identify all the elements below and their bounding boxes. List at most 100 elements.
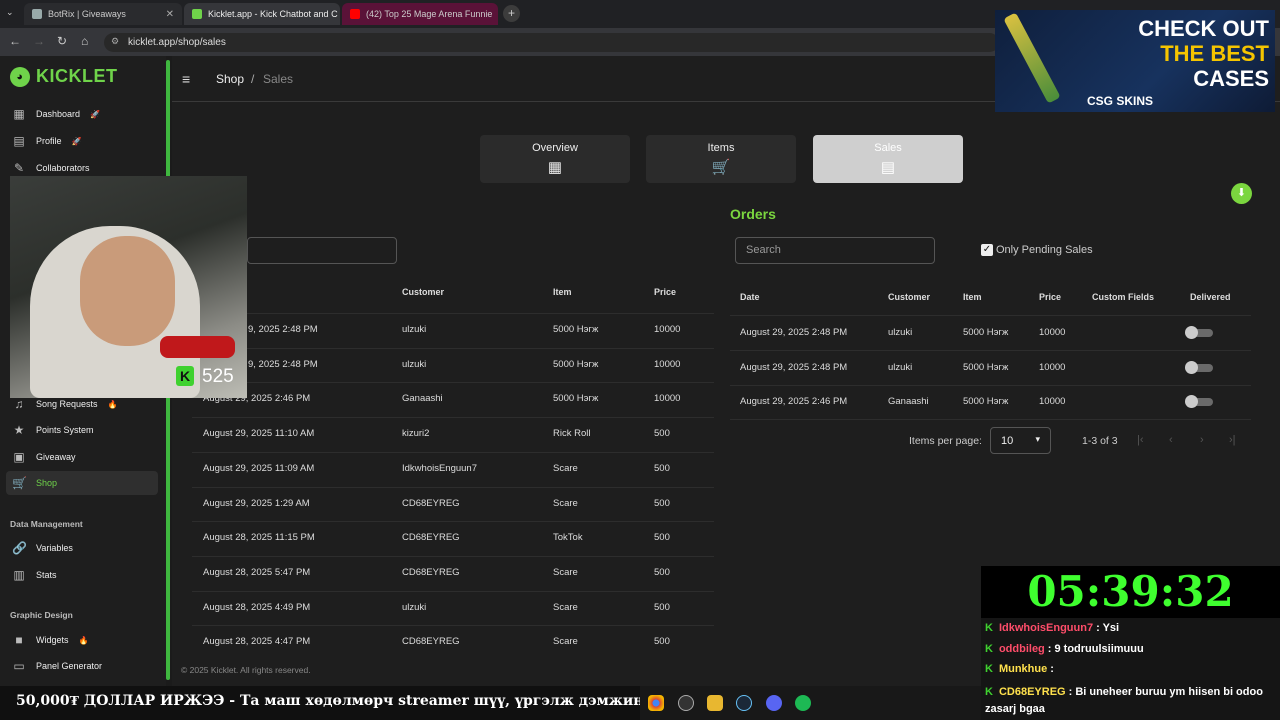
discord-icon[interactable] — [766, 695, 782, 711]
new-tab-button[interactable]: + — [503, 5, 520, 22]
browser-tab-botrix[interactable]: BotRix | Giveaways ✕ — [24, 3, 182, 25]
sidebar-item-label: Shop — [36, 478, 58, 488]
download-button[interactable]: ⬇ — [1231, 183, 1252, 204]
sale-date: August 28, 2025 11:15 PM — [203, 532, 315, 544]
ad-line2: THE BEST — [1160, 41, 1269, 66]
stream-timer: 05:39:32 — [981, 566, 1280, 618]
forward-arrow-icon[interactable]: → — [33, 34, 45, 48]
pending-label[interactable]: Only Pending Sales — [996, 244, 1093, 256]
sales-header-item[interactable]: Item — [553, 287, 572, 297]
cart-icon: 🛒 — [12, 476, 27, 490]
footer-copyright: © 2025 Kicklet. All rights reserved. — [181, 665, 311, 675]
orders-header-customer[interactable]: Customer — [888, 292, 930, 302]
sale-date: 9, 2025 2:48 PM — [248, 358, 318, 370]
fire-icon: 🔥 — [78, 635, 89, 645]
sidebar-item-variables[interactable]: 🔗 Variables — [6, 536, 158, 560]
spotify-icon[interactable] — [795, 695, 811, 711]
sale-item: 5000 Нэгж — [553, 393, 599, 405]
sale-item: Scare — [553, 462, 578, 474]
donation-ticker: 50,000₮ ДОЛЛАР ИРЖЭЭ - Та маш хөдөлмөрч … — [0, 686, 640, 720]
chat-username: IdkwhoisEnguun7 — [998, 622, 1094, 634]
row-divider — [192, 625, 714, 627]
kick-badge-icon: K — [985, 663, 993, 675]
kick-badge-icon: K — [985, 685, 993, 698]
sidebar-item-dashboard[interactable]: ▦ Dashboard 🚀 — [6, 102, 158, 126]
row-divider — [192, 521, 714, 523]
gift-icon: ▣ — [13, 450, 25, 464]
tab-items[interactable]: Items 🛒 — [646, 135, 796, 183]
sidebar-item-points-system[interactable]: ★ Points System — [6, 418, 158, 442]
order-date: August 29, 2025 2:46 PM — [740, 396, 848, 408]
toggle-knob — [1185, 326, 1198, 339]
sale-date: August 29, 2025 11:09 AM — [203, 462, 315, 474]
sidebar-item-giveaway[interactable]: ▣ Giveaway — [6, 445, 158, 469]
sidebar-item-profile[interactable]: ▤ Profile 🚀 — [6, 129, 158, 153]
sale-price: 500 — [654, 601, 670, 613]
youtube-favicon-icon — [350, 9, 360, 19]
first-page-icon[interactable]: |‹ — [1137, 434, 1144, 446]
browser-tab-youtube[interactable]: (42) Top 25 Mage Arena Funnie ✕ — [342, 3, 498, 25]
chat-username: Munkhue — [998, 663, 1048, 675]
sidebar-item-label: Panel Generator — [36, 661, 103, 671]
menu-toggle-icon[interactable]: ≡ — [182, 71, 190, 87]
sidebar-item-stats[interactable]: ▥ Stats — [6, 563, 158, 587]
rocket-icon: 🚀 — [71, 136, 82, 146]
browser-tab-kicklet[interactable]: Kicklet.app - Kick Chatbot and C ✕ — [184, 3, 340, 25]
pending-checkbox[interactable]: ✓ — [981, 244, 993, 256]
sales-search-input[interactable] — [247, 237, 397, 264]
site-info-icon[interactable]: ⚙ — [111, 36, 119, 47]
next-page-icon[interactable]: › — [1200, 434, 1204, 446]
chrome-icon[interactable] — [648, 695, 664, 711]
home-icon[interactable]: ⌂ — [81, 34, 88, 48]
sidebar-item-widgets[interactable]: ■ Widgets 🔥 — [6, 628, 158, 652]
sales-header-price[interactable]: Price — [654, 287, 676, 297]
last-page-icon[interactable]: ›| — [1229, 434, 1236, 446]
delivered-toggle[interactable] — [1185, 360, 1213, 374]
previous-page-icon[interactable]: ‹ — [1169, 434, 1173, 446]
sale-price: 500 — [654, 462, 670, 474]
url-field[interactable]: kicklet.app/shop/sales — [104, 33, 999, 52]
delivered-toggle[interactable] — [1185, 395, 1213, 409]
reload-icon[interactable]: ↻ — [57, 34, 67, 48]
delivered-toggle[interactable] — [1185, 326, 1213, 339]
sidebar-item-label: Profile — [36, 136, 62, 146]
sale-item: TokTok — [553, 532, 583, 544]
back-arrow-icon[interactable]: ← — [9, 34, 21, 48]
items-per-page-select[interactable]: 10 ▾ — [990, 427, 1051, 454]
logo-text: KICKLET — [36, 66, 118, 86]
folder-icon[interactable] — [707, 695, 723, 711]
sidebar-item-label: Widgets — [36, 635, 69, 645]
tab-sales[interactable]: Sales ▤ — [813, 135, 963, 183]
steam-icon[interactable] — [736, 695, 752, 711]
obs-icon[interactable] — [678, 695, 694, 711]
sidebar-item-label: Variables — [36, 543, 73, 553]
orders-title: Orders — [730, 206, 776, 222]
sale-price: 500 — [654, 532, 670, 544]
tab-list-button[interactable]: ⌄ — [6, 7, 14, 18]
fire-icon: 🔥 — [107, 399, 118, 409]
tab-overview[interactable]: Overview ▦ — [480, 135, 630, 183]
chat-text: : Ysi — [1096, 622, 1120, 634]
sidebar-item-label: Dashboard — [36, 109, 81, 119]
sales-header-customer[interactable]: Customer — [402, 287, 444, 297]
section-data-management: Data Management — [10, 519, 83, 529]
star-icon: ★ — [13, 423, 25, 437]
chat-text: : — [1050, 663, 1054, 675]
sidebar-item-shop[interactable]: 🛒 Shop — [6, 471, 158, 495]
orders-search-input[interactable]: Search — [735, 237, 935, 264]
chart-icon: ▥ — [13, 568, 25, 582]
pagination-range: 1-3 of 3 — [1082, 435, 1118, 447]
orders-header-item[interactable]: Item — [963, 292, 982, 302]
close-tab-icon[interactable]: ✕ — [166, 9, 174, 20]
kicklet-favicon-icon — [192, 9, 202, 19]
kicklet-logo[interactable]: ◕ KICKLET — [10, 66, 118, 87]
kick-badge-icon: K — [985, 622, 993, 634]
sidebar-item-panel-generator[interactable]: ▭ Panel Generator — [6, 654, 158, 678]
orders-header-price[interactable]: Price — [1039, 292, 1061, 302]
csgo-skins-ad[interactable]: CHECK OUT THE BEST CASES CSG SKINS — [995, 10, 1275, 112]
items-per-page-value: 10 — [1001, 435, 1014, 447]
orders-header-custom-fields[interactable]: Custom Fields — [1092, 292, 1154, 302]
orders-header-delivered[interactable]: Delivered — [1190, 292, 1231, 302]
orders-header-date[interactable]: Date — [740, 292, 760, 302]
breadcrumb-shop[interactable]: Shop — [216, 72, 244, 86]
